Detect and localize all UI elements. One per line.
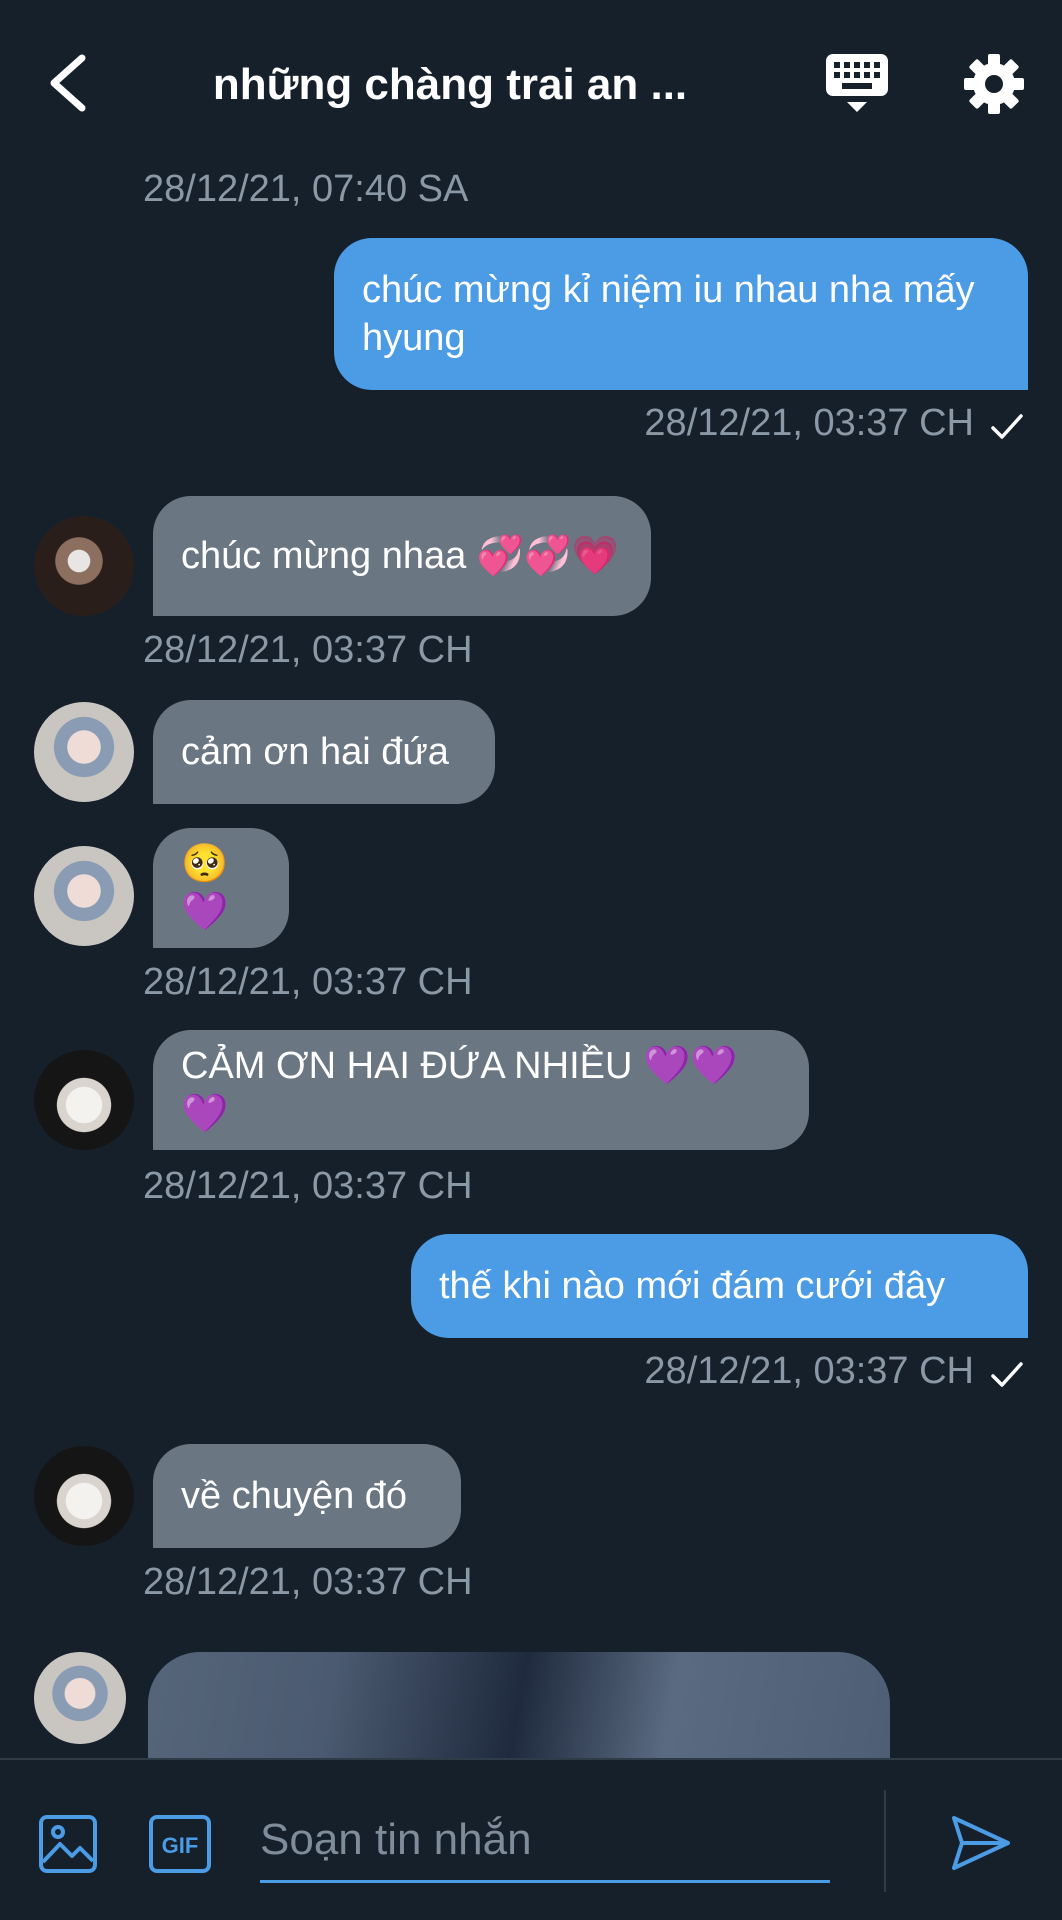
avatar[interactable]	[34, 702, 134, 802]
message-timestamp: 28/12/21, 03:37 CH	[143, 1561, 473, 1603]
message-text: cảm ơn hai đứa	[181, 731, 449, 773]
checkmark-icon	[991, 414, 1023, 439]
chevron-left-icon	[50, 54, 86, 112]
message-text: 🥺💜	[181, 843, 229, 933]
outgoing-message[interactable]: thế khi nào mới đám cưới đây	[411, 1234, 1028, 1338]
avatar[interactable]	[34, 1446, 134, 1546]
message-input[interactable]: Soạn tin nhắn	[260, 1800, 830, 1883]
message-text: CẢM ƠN HAI ĐỨA NHIỀU 💜💜💜	[181, 1045, 738, 1135]
incoming-message[interactable]: chúc mừng nhaa 💞💞💗	[153, 496, 651, 616]
add-image-button[interactable]	[38, 1814, 98, 1874]
avatar[interactable]	[34, 1652, 126, 1744]
avatar[interactable]	[34, 1050, 134, 1150]
image-message[interactable]	[148, 1652, 890, 1758]
incoming-message[interactable]: 🥺💜	[153, 828, 289, 948]
avatar[interactable]	[34, 846, 134, 946]
timestamp: 28/12/21, 07:40 SA	[143, 168, 469, 210]
composer-bar: GIF Soạn tin nhắn	[0, 1758, 1062, 1920]
divider	[884, 1790, 886, 1892]
incoming-message[interactable]: về chuyện đó	[153, 1444, 461, 1548]
checkmark-icon	[991, 1362, 1023, 1387]
message-timestamp: 28/12/21, 03:37 CH	[143, 629, 473, 671]
message-timestamp: 28/12/21, 03:37 CH	[644, 1350, 974, 1392]
svg-text:GIF: GIF	[162, 1833, 199, 1858]
conversation-title[interactable]: những chàng trai an ...	[160, 50, 740, 120]
message-text: chúc mừng kỉ niệm iu nhau nha mấy hyung	[362, 269, 975, 359]
add-gif-button[interactable]: GIF	[148, 1814, 212, 1874]
keyboard-icon	[826, 54, 888, 112]
send-icon	[952, 1816, 1010, 1870]
chat-screen: những chàng trai an ... 28/12/21, 07:40 …	[0, 0, 1062, 1920]
message-text: về chuyện đó	[181, 1475, 408, 1517]
header: những chàng trai an ...	[0, 0, 1062, 165]
send-button[interactable]	[950, 1812, 1012, 1874]
message-text: chúc mừng nhaa 💞💞💗	[181, 535, 619, 577]
gif-icon: GIF	[149, 1815, 211, 1873]
message-text: thế khi nào mới đám cưới đây	[439, 1265, 946, 1307]
incoming-message[interactable]: CẢM ƠN HAI ĐỨA NHIỀU 💜💜💜	[153, 1030, 809, 1150]
message-timestamp: 28/12/21, 03:37 CH	[644, 402, 974, 444]
gear-icon	[964, 54, 1024, 114]
message-timestamp: 28/12/21, 03:37 CH	[143, 961, 473, 1003]
keyboard-button[interactable]	[824, 50, 890, 116]
outgoing-message[interactable]: chúc mừng kỉ niệm iu nhau nha mấy hyung	[334, 238, 1028, 390]
back-button[interactable]	[38, 48, 108, 118]
image-icon	[39, 1815, 97, 1873]
avatar[interactable]	[34, 516, 134, 616]
incoming-message[interactable]: cảm ơn hai đứa	[153, 700, 495, 804]
settings-button[interactable]	[962, 52, 1026, 116]
message-timestamp: 28/12/21, 03:37 CH	[143, 1165, 473, 1207]
